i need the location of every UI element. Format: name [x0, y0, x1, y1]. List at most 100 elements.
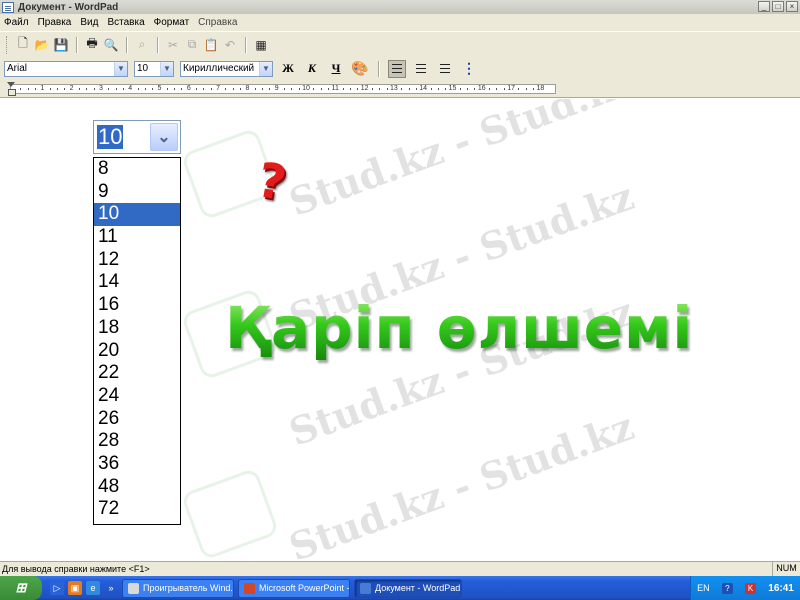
font-size-option[interactable]: 14 — [94, 271, 180, 294]
maximize-button[interactable]: □ — [772, 1, 784, 12]
status-bar: Для вывода справки нажмите <F1> NUM — [0, 561, 800, 576]
ruler-tick — [152, 88, 154, 90]
font-size-option[interactable]: 18 — [94, 317, 180, 340]
undo-icon[interactable]: ↶ — [223, 38, 237, 52]
document-area[interactable]: Stud.kz - Stud.kz Stud.kz - Stud.kz Stud… — [0, 99, 800, 561]
font-size-option[interactable]: 20 — [94, 340, 180, 363]
chevron-down-icon[interactable]: ▼ — [160, 61, 173, 76]
cut-icon[interactable]: ✂ — [166, 38, 180, 52]
ruler-tick — [269, 88, 271, 90]
print-icon[interactable]: 🖶 — [85, 36, 99, 52]
toolbar-separator — [245, 36, 246, 53]
ruler-number: 18 — [536, 85, 545, 92]
antivirus-icon[interactable]: K — [745, 582, 757, 594]
app-icon — [128, 582, 139, 594]
chevron-down-icon[interactable]: ▼ — [259, 61, 272, 76]
ruler-number: 11 — [331, 85, 339, 92]
ruler-tick — [284, 88, 285, 90]
ruler-track[interactable]: 1 2 3 4 5 6 7 8 9 10 11 12 13 14 15 16 17 18 — [10, 84, 556, 94]
watermark-logo — [180, 467, 280, 561]
system-tray: EN ? K 16:41 — [690, 576, 800, 600]
desktop-icon[interactable]: ▣ — [68, 581, 82, 595]
save-icon[interactable]: 💾 — [54, 38, 69, 52]
menu-help[interactable]: Справка — [198, 17, 237, 28]
taskbar-button[interactable]: Документ - WordPad — [354, 578, 462, 598]
ruler-tick — [232, 88, 234, 90]
ruler-tick — [437, 88, 439, 90]
expand-arrow-icon[interactable]: » — [104, 581, 118, 595]
font-name-select[interactable]: Arial ▼ — [4, 60, 128, 77]
paste-icon[interactable]: 📋 — [204, 38, 219, 52]
font-size-option[interactable]: 22 — [94, 362, 180, 385]
close-button[interactable]: × — [786, 1, 798, 12]
chevron-down-icon[interactable]: ⌄ — [150, 123, 178, 151]
copy-icon[interactable]: ⧉ — [185, 37, 199, 52]
text-color-icon[interactable]: 🎨 — [351, 60, 369, 78]
align-center-button[interactable] — [412, 60, 430, 78]
ruler-tick — [503, 88, 505, 90]
font-size-option[interactable]: 10 — [94, 203, 180, 227]
bullets-button[interactable]: ⋮ — [460, 60, 478, 78]
status-text: Для вывода справки нажмите <F1> — [2, 564, 150, 574]
menu-view[interactable]: Вид — [80, 17, 98, 28]
ruler-tick — [115, 88, 117, 90]
font-size-option[interactable]: 26 — [94, 408, 180, 431]
font-size-option[interactable]: 8 — [94, 158, 180, 181]
arrow-icon[interactable]: ▷ — [50, 581, 64, 595]
font-size-option[interactable]: 9 — [94, 181, 180, 204]
open-folder-icon[interactable]: 📂 — [35, 38, 50, 52]
align-right-button[interactable] — [436, 60, 454, 78]
insert-date-icon[interactable]: ▦ — [254, 38, 268, 52]
enlarged-font-size-combo[interactable]: 10 ⌄ — [93, 120, 181, 154]
ruler: 1 2 3 4 5 6 7 8 9 10 11 12 13 14 15 16 17 18 — [0, 80, 800, 98]
bold-button[interactable]: Ж — [279, 60, 297, 78]
ruler-tick — [445, 88, 447, 90]
font-size-option[interactable]: 36 — [94, 453, 180, 476]
chevron-down-icon[interactable]: ▼ — [114, 61, 127, 76]
ruler-tick — [254, 88, 256, 90]
help-icon[interactable]: ? — [721, 582, 733, 594]
menu-bar: Файл Правка Вид Вставка Формат Справка — [0, 14, 800, 31]
taskbar-button[interactable]: Проигрыватель Wind... — [122, 578, 234, 598]
language-indicator[interactable]: EN — [697, 583, 710, 593]
new-document-icon[interactable]: 🗋 — [16, 36, 30, 52]
underline-button[interactable]: Ч — [327, 60, 345, 78]
print-preview-icon[interactable]: 🔍 — [104, 38, 119, 52]
taskbar-button[interactable]: Microsoft PowerPoint -... — [238, 578, 350, 598]
font-size-option[interactable]: 28 — [94, 430, 180, 453]
font-size-option[interactable]: 12 — [94, 249, 180, 272]
app-icon — [360, 582, 371, 594]
font-size-select[interactable]: 10 ▼ — [134, 60, 174, 77]
font-size-option[interactable]: 72 — [94, 498, 180, 521]
align-left-button[interactable] — [388, 59, 406, 78]
ruler-tick — [144, 88, 146, 90]
ruler-number: 17 — [507, 85, 515, 92]
clock: 16:41 — [768, 582, 794, 594]
start-button[interactable]: ⊞ — [0, 576, 42, 600]
taskbar-button-label: Проигрыватель Wind... — [143, 583, 234, 593]
italic-button[interactable]: К — [303, 60, 321, 78]
ruler-number: 5 — [157, 85, 162, 92]
internet-explorer-icon[interactable]: e — [86, 581, 100, 595]
indent-marker[interactable] — [7, 82, 16, 96]
menu-insert[interactable]: Вставка — [107, 17, 144, 28]
window-controls: _ □ × — [758, 1, 798, 12]
find-icon[interactable]: ⌕ — [135, 37, 149, 52]
font-size-option[interactable]: 11 — [94, 226, 180, 249]
font-size-option[interactable]: 48 — [94, 476, 180, 499]
toolbar-grip[interactable] — [6, 35, 9, 54]
minimize-button[interactable]: _ — [758, 1, 770, 12]
taskbar-button-label: Microsoft PowerPoint -... — [259, 583, 350, 593]
script-select[interactable]: Кириллический ▼ — [180, 60, 273, 77]
toolbar-separator — [378, 60, 379, 77]
menu-format[interactable]: Формат — [154, 17, 190, 28]
font-size-option[interactable]: 24 — [94, 385, 180, 408]
wordpad-icon[interactable] — [2, 1, 14, 13]
font-size-option[interactable]: 16 — [94, 294, 180, 317]
menu-file[interactable]: Файл — [4, 17, 29, 28]
ruler-tick — [408, 88, 410, 90]
ruler-number: 3 — [98, 85, 103, 92]
menu-edit[interactable]: Правка — [38, 17, 72, 28]
ruler-number: 14 — [419, 85, 428, 92]
headline-text: Қаріп өлшемі — [225, 294, 694, 362]
